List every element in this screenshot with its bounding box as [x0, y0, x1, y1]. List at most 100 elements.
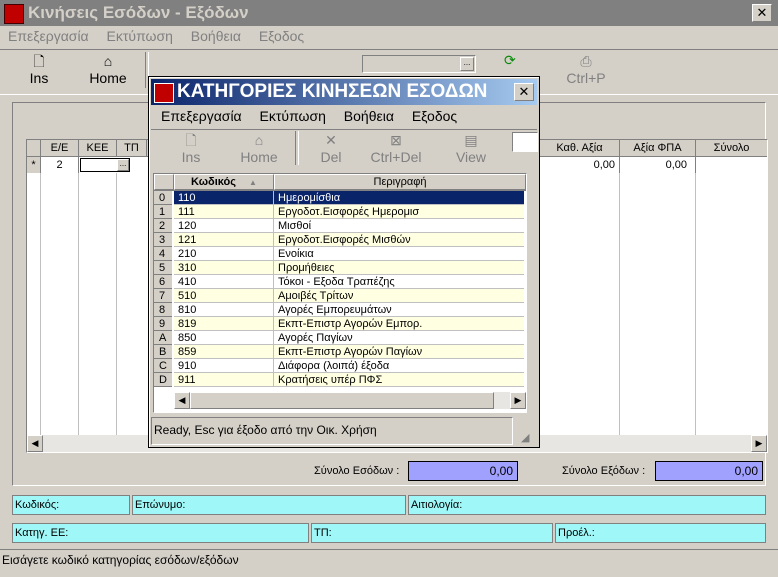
- list-item[interactable]: 3 121 Εργοδοτ.Εισφορές Μισθών: [154, 233, 526, 247]
- row-description: Αγορές Παγίων: [274, 331, 524, 345]
- list-item[interactable]: 5 310 Προμήθειες: [154, 261, 526, 275]
- row-index: 3: [154, 233, 172, 247]
- row-description: Εκπτ-Επιστρ Αγορών Εμπορ.: [274, 317, 524, 331]
- window-title: Κινήσεις Εσόδων - Εξόδων: [28, 3, 249, 22]
- grid-header-tp[interactable]: ΤΠ: [117, 140, 147, 156]
- main-menu-bar: Επεξεργασία Εκτύπωση Βοήθεια Εξοδος: [8, 28, 318, 46]
- row-code: 210: [174, 247, 274, 261]
- dialog-horizontal-scrollbar[interactable]: ◀ ▶: [174, 392, 526, 409]
- dialog-scroll-left-icon[interactable]: ◀: [174, 392, 190, 409]
- list-item[interactable]: 2 120 Μισθοί: [154, 219, 526, 233]
- toolbar-combo[interactable]: ...: [362, 55, 476, 73]
- refresh-icon[interactable]: ⟳: [504, 52, 520, 68]
- dialog-scroll-thumb[interactable]: [190, 392, 494, 409]
- list-item[interactable]: D 911 Κρατήσεις υπέρ ΠΦΣ: [154, 373, 526, 387]
- row-code: 910: [174, 359, 274, 373]
- row-index: 8: [154, 303, 172, 317]
- list-item[interactable]: 0 110 Ημερομίσθια: [154, 191, 526, 205]
- row-code: 121: [174, 233, 274, 247]
- row-index: 2: [154, 219, 172, 233]
- row-index: 7: [154, 289, 172, 303]
- new-document-icon: 🗋: [33, 53, 45, 69]
- close-button[interactable]: ✕: [752, 4, 772, 22]
- list-item[interactable]: 1 111 Εργοδοτ.Εισφορές Ημερομισ: [154, 205, 526, 219]
- column-header-code[interactable]: Κωδικός ▲: [174, 174, 274, 190]
- aitiologia-field: Αιτιολογία:: [408, 495, 766, 515]
- row-description: Εργοδοτ.Εισφορές Μισθών: [274, 233, 524, 247]
- dialog-del-button[interactable]: ✕ Del: [309, 131, 353, 165]
- grid-header-kee[interactable]: ΚΕΕ: [79, 140, 117, 156]
- dialog-ins-button[interactable]: 🗋 Ins: [169, 131, 213, 165]
- resize-grip-icon[interactable]: ◢: [521, 431, 535, 445]
- grid-corner: [154, 174, 174, 190]
- row-description: Εκπτ-Επιστρ Αγορών Παγίων: [274, 345, 524, 359]
- row-marker: *: [27, 157, 41, 173]
- menu-edit[interactable]: Επεξεργασία: [8, 28, 89, 44]
- row-axia-fpa: 0,00: [620, 157, 696, 173]
- expense-total-label: Σύνολο Εξόδων :: [562, 465, 646, 477]
- dialog-close-button[interactable]: ✕: [514, 83, 534, 101]
- proel-field: Προέλ.:: [555, 523, 766, 543]
- menu-help[interactable]: Βοήθεια: [191, 28, 241, 44]
- delete-all-icon: ⊠: [390, 132, 402, 148]
- kodikos-field: Κωδικός:: [12, 495, 130, 515]
- row-description: Εργοδοτ.Εισφορές Ημερομισ: [274, 205, 524, 219]
- row-description: Διάφορα (λοιπά) έξοδα: [274, 359, 524, 373]
- list-item[interactable]: 8 810 Αγορές Εμπορευμάτων: [154, 303, 526, 317]
- column-header-desc[interactable]: Περιγραφή: [274, 174, 526, 190]
- dialog-menu-help[interactable]: Βοήθεια: [344, 108, 394, 124]
- grid-header-synolo[interactable]: Σύνολο: [696, 140, 767, 156]
- kee-ellipsis-button[interactable]: ...: [117, 159, 129, 171]
- dialog-scroll-right-icon[interactable]: ▶: [510, 392, 526, 409]
- dialog-status-bar: Ready, Esc για έξοδο από την Οικ. Χρήση: [151, 417, 513, 445]
- menu-exit[interactable]: Εξοδος: [259, 28, 304, 44]
- dialog-title-bar: ΚΑΤΗΓΟΡΙΕΣ ΚΙΝΗΣΕΩΝ ΕΣΟΔΩΝ ✕: [151, 79, 537, 105]
- grid-header-axia-fpa[interactable]: Αξία ΦΠΑ: [620, 140, 696, 156]
- categories-grid[interactable]: Κωδικός ▲ Περιγραφή 0 110 Ημερομίσθια 1 111 Ε…: [153, 173, 527, 413]
- eponymo-field: Επώνυμο:: [132, 495, 406, 515]
- dialog-menu-print[interactable]: Εκτύπωση: [260, 108, 326, 124]
- list-item[interactable]: 9 819 Εκπτ-Επιστρ Αγορών Εμπορ.: [154, 317, 526, 331]
- list-item[interactable]: 6 410 Τόκοι - Εξοδα Τραπέζης: [154, 275, 526, 289]
- row-code: 110: [174, 191, 274, 205]
- row-index: 4: [154, 247, 172, 261]
- list-item[interactable]: A 850 Αγορές Παγίων: [154, 331, 526, 345]
- row-description: Προμήθειες: [274, 261, 524, 275]
- categories-rows: 0 110 Ημερομίσθια 1 111 Εργοδοτ.Εισφορές Ημερ…: [154, 191, 526, 391]
- dialog-toolbar-separator: [295, 131, 299, 165]
- dialog-logo-icon: [154, 83, 174, 103]
- row-code: 911: [174, 373, 274, 387]
- new-document-icon: 🗋: [185, 132, 197, 148]
- combo-ellipsis-button[interactable]: ...: [460, 57, 474, 71]
- list-item[interactable]: 7 510 Αμοιβές Τρίτων: [154, 289, 526, 303]
- row-code: 510: [174, 289, 274, 303]
- dialog-menu-bar: Επεξεργασία Εκτύπωση Βοήθεια Εξοδος: [161, 108, 471, 124]
- scroll-right-arrow-icon[interactable]: ▶: [751, 435, 767, 452]
- row-index: 9: [154, 317, 172, 331]
- ins-button[interactable]: 🗋 Ins: [18, 52, 60, 86]
- expense-total-value: 0,00: [655, 461, 763, 481]
- row-index: C: [154, 359, 172, 373]
- print-button[interactable]: ⎙ Ctrl+P: [556, 52, 616, 86]
- background-input-box[interactable]: [512, 132, 538, 152]
- list-item[interactable]: B 859 Εκπτ-Επιστρ Αγορών Παγίων: [154, 345, 526, 359]
- scroll-left-arrow-icon[interactable]: ◀: [27, 435, 43, 452]
- list-item[interactable]: C 910 Διάφορα (λοιπά) έξοδα: [154, 359, 526, 373]
- dialog-menu-exit[interactable]: Εξοδος: [412, 108, 457, 124]
- row-code: 410: [174, 275, 274, 289]
- home-button[interactable]: ⌂ Home: [82, 52, 134, 86]
- main-title-bar: Κινήσεις Εσόδων - Εξόδων ✕: [0, 0, 778, 26]
- list-item[interactable]: 4 210 Ενοίκια: [154, 247, 526, 261]
- dialog-home-button[interactable]: ⌂ Home: [233, 131, 285, 165]
- view-icon: ▤: [464, 132, 478, 148]
- dialog-view-button[interactable]: ▤ View: [447, 131, 495, 165]
- menu-print[interactable]: Εκτύπωση: [107, 28, 173, 44]
- kee-input[interactable]: ...: [80, 158, 130, 172]
- dialog-menu-edit[interactable]: Επεξεργασία: [161, 108, 242, 124]
- dialog-ctrl-del-button[interactable]: ⊠ Ctrl+Del: [363, 131, 429, 165]
- row-index: 0: [154, 191, 172, 205]
- status-bar: Εισάγετε κωδικό κατηγορίας εσόδων/εξόδων: [0, 549, 778, 577]
- grid-header-ee[interactable]: Ε/Ε: [41, 140, 79, 156]
- row-index: D: [154, 373, 172, 387]
- grid-header-kath-axia[interactable]: Καθ. Αξία: [540, 140, 620, 156]
